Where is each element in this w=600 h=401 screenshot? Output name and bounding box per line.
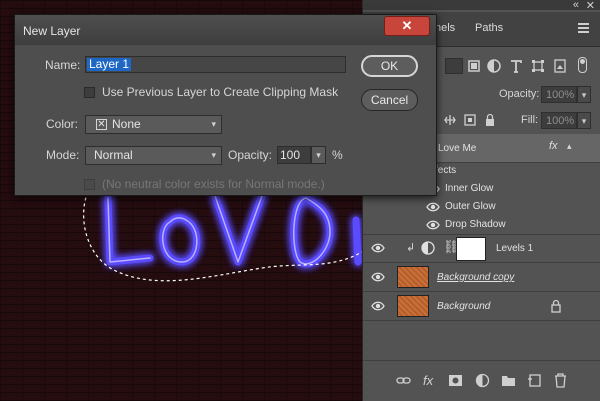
filter-shape-icon[interactable] bbox=[531, 59, 545, 73]
panel-header-strip: « ✕ bbox=[363, 0, 600, 12]
eye-icon[interactable] bbox=[371, 241, 385, 255]
adjustment-layer-icon bbox=[421, 241, 435, 255]
color-value: None bbox=[112, 117, 141, 131]
opacity-chevron[interactable]: ▾ bbox=[577, 86, 591, 103]
delete-layer-icon[interactable] bbox=[553, 373, 568, 388]
panel-menu-icon[interactable] bbox=[578, 23, 589, 35]
neon-love-text bbox=[104, 192, 362, 268]
expand-effects-icon[interactable]: ▴ bbox=[567, 141, 572, 152]
new-layer-icon[interactable] bbox=[527, 373, 542, 388]
effect-drop-shadow[interactable]: Drop Shadow bbox=[363, 216, 600, 235]
dialog-title-bar[interactable]: New Layer ✕ bbox=[15, 15, 436, 45]
clip-arrow-icon: ↲ bbox=[406, 242, 416, 254]
new-layer-dialog: New Layer ✕ Name: Layer 1 Use Previous L… bbox=[14, 14, 437, 196]
lock-transparent-icon[interactable] bbox=[443, 113, 457, 127]
lock-all-icon[interactable] bbox=[483, 113, 497, 127]
name-value: Layer 1 bbox=[87, 57, 132, 71]
layer-name: Background bbox=[437, 301, 491, 312]
add-mask-icon[interactable] bbox=[448, 373, 463, 388]
chevron-down-icon: ▾ bbox=[211, 150, 216, 160]
eye-icon[interactable] bbox=[426, 200, 440, 214]
mode-dropdown[interactable]: Normal ▾ bbox=[85, 146, 222, 165]
neutral-color-label: (No neutral color exists for Normal mode… bbox=[102, 177, 325, 191]
effect-name: Drop Shadow bbox=[445, 219, 506, 230]
filter-toggle[interactable] bbox=[578, 57, 587, 73]
filter-smart-object-icon[interactable] bbox=[553, 59, 567, 73]
layer-mask-thumbnail[interactable] bbox=[456, 237, 486, 261]
layer-levels-1[interactable]: ↲ ⛓ Levels 1 bbox=[363, 234, 600, 263]
opacity-stepper-chevron[interactable]: ▾ bbox=[311, 146, 326, 164]
opacity-input[interactable]: 100 bbox=[277, 146, 311, 164]
collapse-panel-icon[interactable]: « bbox=[573, 0, 579, 11]
filter-kind-field[interactable] bbox=[445, 58, 463, 74]
layer-background-copy[interactable]: Background copy bbox=[363, 262, 600, 292]
lock-icon bbox=[549, 299, 563, 313]
effect-name: Outer Glow bbox=[445, 201, 496, 212]
layer-thumbnail[interactable] bbox=[397, 266, 429, 288]
cancel-button[interactable]: Cancel bbox=[361, 89, 418, 111]
percent-label: % bbox=[332, 148, 343, 162]
lock-position-icon[interactable] bbox=[463, 113, 477, 127]
mode-label: Mode: bbox=[46, 148, 80, 162]
fill-chevron[interactable]: ▾ bbox=[577, 112, 591, 129]
close-icon[interactable]: ✕ bbox=[384, 16, 430, 36]
effects-label: fects bbox=[435, 165, 457, 176]
link-layers-icon[interactable] bbox=[396, 373, 411, 388]
eye-icon[interactable] bbox=[371, 299, 385, 313]
clipping-mask-checkbox[interactable] bbox=[84, 87, 95, 98]
opacity-field[interactable]: 100% bbox=[541, 86, 577, 103]
name-input[interactable]: Layer 1 bbox=[85, 56, 346, 73]
layer-name: Love Me bbox=[438, 143, 477, 154]
layer-name: Levels 1 bbox=[496, 243, 534, 254]
fx-badge-icon[interactable]: fx bbox=[549, 140, 558, 152]
effect-outer-glow[interactable]: Outer Glow bbox=[363, 198, 600, 216]
effect-name: Inner Glow bbox=[445, 183, 494, 194]
layer-name: Background copy bbox=[437, 272, 515, 283]
clipping-mask-label: Use Previous Layer to Create Clipping Ma… bbox=[102, 85, 339, 99]
tab-paths[interactable]: Paths bbox=[475, 22, 503, 34]
layer-thumbnail[interactable] bbox=[397, 295, 429, 317]
eye-icon[interactable] bbox=[426, 218, 440, 232]
ok-button[interactable]: OK bbox=[361, 55, 418, 77]
fill-label: Fill: bbox=[521, 114, 539, 126]
no-color-swatch-icon: ✕ bbox=[96, 119, 107, 130]
eye-icon[interactable] bbox=[371, 270, 385, 284]
filter-pixel-icon[interactable] bbox=[467, 59, 481, 73]
color-dropdown[interactable]: ✕ None ▾ bbox=[85, 115, 222, 134]
color-label: Color: bbox=[46, 117, 79, 131]
dialog-title: New Layer bbox=[23, 24, 81, 38]
neutral-color-checkbox[interactable] bbox=[84, 179, 95, 190]
dialog-body: Name: Layer 1 Use Previous Layer to Crea… bbox=[15, 45, 436, 195]
layer-background[interactable]: Background bbox=[363, 291, 600, 321]
opacity-label: Opacity: bbox=[228, 148, 273, 162]
new-adjustment-layer-icon[interactable] bbox=[475, 373, 490, 388]
filter-adjustment-icon[interactable] bbox=[487, 59, 501, 73]
filter-type-icon[interactable] bbox=[509, 59, 523, 73]
add-layer-style-icon[interactable]: fx bbox=[423, 373, 438, 388]
layers-bottom-toolbar: fx bbox=[363, 360, 600, 401]
chevron-down-icon: ▾ bbox=[211, 119, 216, 129]
tab-channels[interactable]: nels bbox=[435, 22, 455, 34]
name-label: Name: bbox=[45, 58, 81, 72]
fill-field[interactable]: 100% bbox=[541, 112, 577, 129]
close-panel-icon[interactable]: ✕ bbox=[586, 0, 595, 12]
new-group-icon[interactable] bbox=[501, 373, 516, 388]
opacity-label: Opacity: bbox=[499, 88, 540, 100]
mode-value: Normal bbox=[94, 148, 133, 162]
